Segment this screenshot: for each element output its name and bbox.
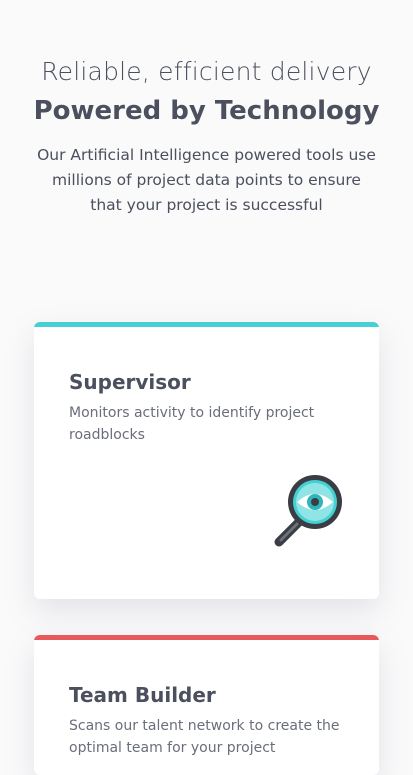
hero-subtitle: Reliable, efficient delivery xyxy=(41,57,372,86)
hero-title: Powered by Technology xyxy=(33,96,380,126)
card-accent-bar xyxy=(34,322,379,327)
hero-section: Reliable, efficient delivery Powered by … xyxy=(0,54,413,218)
card-description: Monitors activity to identify project ro… xyxy=(69,405,315,443)
team-builder-card: Team Builder Scans our talent network to… xyxy=(34,635,379,775)
card-description: Scans our talent network to create the o… xyxy=(69,718,340,756)
supervisor-card: Supervisor Monitors activity to identify… xyxy=(34,322,379,599)
card-accent-bar xyxy=(34,635,379,640)
hero-description: Our Artificial Intelligence powered tool… xyxy=(37,146,376,214)
magnifier-eye-icon xyxy=(271,472,351,552)
card-title: Supervisor xyxy=(69,370,191,394)
card-title: Team Builder xyxy=(69,683,216,707)
